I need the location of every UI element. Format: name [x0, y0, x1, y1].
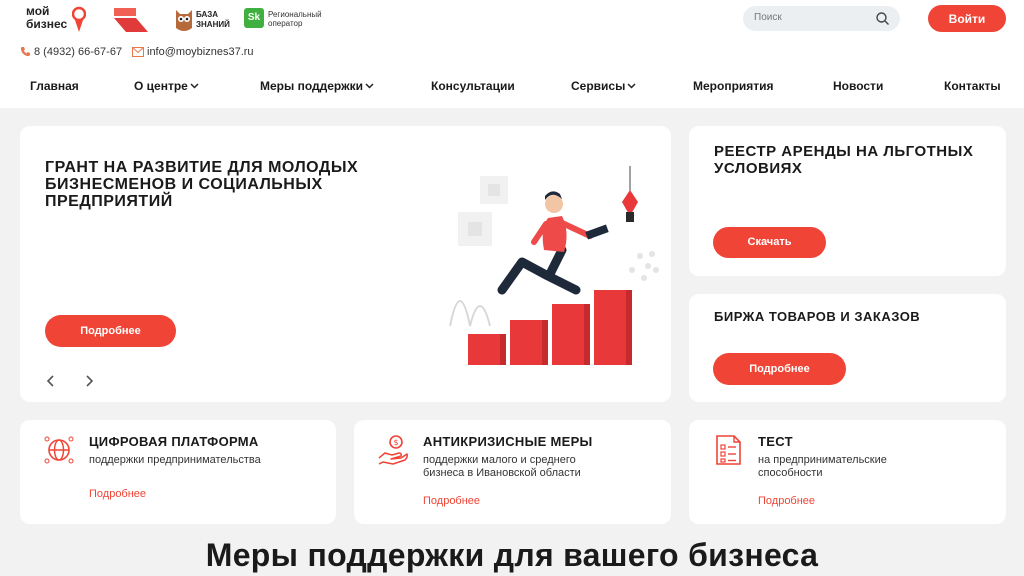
svg-text:$: $ — [393, 438, 398, 447]
chevron-down-icon — [190, 83, 199, 89]
hero-title: ГРАНТ НА РАЗВИТИЕ ДЛЯ МОЛОДЫХ БИЗНЕСМЕНО… — [45, 159, 359, 210]
card-more-link[interactable]: Подробнее — [758, 495, 815, 507]
nav-item-news[interactable]: Новости — [833, 79, 883, 93]
hand-coin-icon: $ — [378, 435, 408, 465]
nav-item-consultations[interactable]: Консультации — [431, 79, 515, 93]
globe-network-icon — [44, 436, 74, 464]
exchange-title: БИРЖА ТОВАРОВ И ЗАКАЗОВ — [714, 309, 921, 324]
anticrisis-card[interactable]: $ АНТИКРИЗИСНЫЕ МЕРЫ поддержки малого и … — [354, 420, 671, 524]
government-logo[interactable] — [112, 6, 152, 34]
exchange-more-button[interactable]: Подробнее — [713, 353, 846, 385]
card-title: ТЕСТ — [758, 434, 793, 449]
nav-item-events[interactable]: Мероприятия — [693, 79, 774, 93]
test-card[interactable]: ТЕСТ на предпринимательские способности … — [689, 420, 1006, 524]
owl-icon — [176, 10, 192, 31]
card-description: поддержки малого и среднего бизнеса в Ив… — [423, 454, 581, 479]
arrow-left-icon[interactable] — [44, 374, 58, 388]
nav-item-contacts[interactable]: Контакты — [944, 79, 1001, 93]
hero-slider: ГРАНТ НА РАЗВИТИЕ ДЛЯ МОЛОДЫХ БИЗНЕСМЕНО… — [20, 126, 671, 402]
nav-item-about[interactable]: О центре — [134, 79, 199, 93]
rent-registry-card: РЕЕСТР АРЕНДЫ НА ЛЬГОТНЫХ УСЛОВИЯХ Скача… — [689, 126, 1006, 276]
map-pin-icon — [72, 6, 86, 32]
digital-platform-card[interactable]: ЦИФРОВАЯ ПЛАТФОРМА поддержки предпринима… — [20, 420, 336, 524]
header: мой бизнес БАЗА ЗНАНИЙ Sk Региональный опе… — [0, 0, 1024, 108]
chevron-down-icon — [365, 83, 374, 89]
baza-znaniy-logo[interactable]: БАЗА ЗНАНИЙ — [174, 6, 238, 34]
chevron-down-icon — [627, 83, 636, 89]
main-nav: Главная О центре Меры поддержки Консульт… — [0, 79, 1024, 93]
growth-illustration — [449, 166, 659, 365]
phone-link[interactable]: 8 (4932) 66-67-67 — [20, 46, 122, 58]
mail-icon — [132, 47, 144, 57]
checklist-icon — [716, 435, 741, 465]
card-title: ЦИФРОВАЯ ПЛАТФОРМА — [89, 434, 259, 449]
download-button[interactable]: Скачать — [713, 227, 826, 258]
card-more-link[interactable]: Подробнее — [89, 488, 146, 500]
exchange-card: БИРЖА ТОВАРОВ И ЗАКАЗОВ Подробнее — [689, 294, 1006, 402]
nav-item-services[interactable]: Сервисы — [571, 79, 636, 93]
moy-biznes-logo[interactable]: мой бизнес — [26, 5, 90, 35]
login-button[interactable]: Войти — [928, 5, 1006, 32]
nav-item-home[interactable]: Главная — [30, 79, 79, 93]
hero-more-button[interactable]: Подробнее — [45, 315, 176, 347]
card-more-link[interactable]: Подробнее — [423, 495, 480, 507]
search-input[interactable]: Поиск — [743, 6, 900, 31]
section-title: Меры поддержки для вашего бизнеса — [205, 537, 819, 573]
card-title: АНТИКРИЗИСНЫЕ МЕРЫ — [423, 434, 593, 449]
email-link[interactable]: info@moybiznes37.ru — [132, 46, 254, 58]
nav-item-support[interactable]: Меры поддержки — [260, 79, 374, 93]
arrow-right-icon[interactable] — [82, 374, 96, 388]
rent-registry-title: РЕЕСТР АРЕНДЫ НА ЛЬГОТНЫХ УСЛОВИЯХ — [714, 143, 974, 177]
skolkovo-logo[interactable]: Sk Региональный оператор — [244, 8, 334, 32]
card-description: поддержки предпринимательства — [89, 454, 261, 466]
phone-icon — [21, 47, 30, 57]
search-icon[interactable] — [876, 12, 889, 25]
card-description: на предпринимательские способности — [758, 454, 887, 479]
